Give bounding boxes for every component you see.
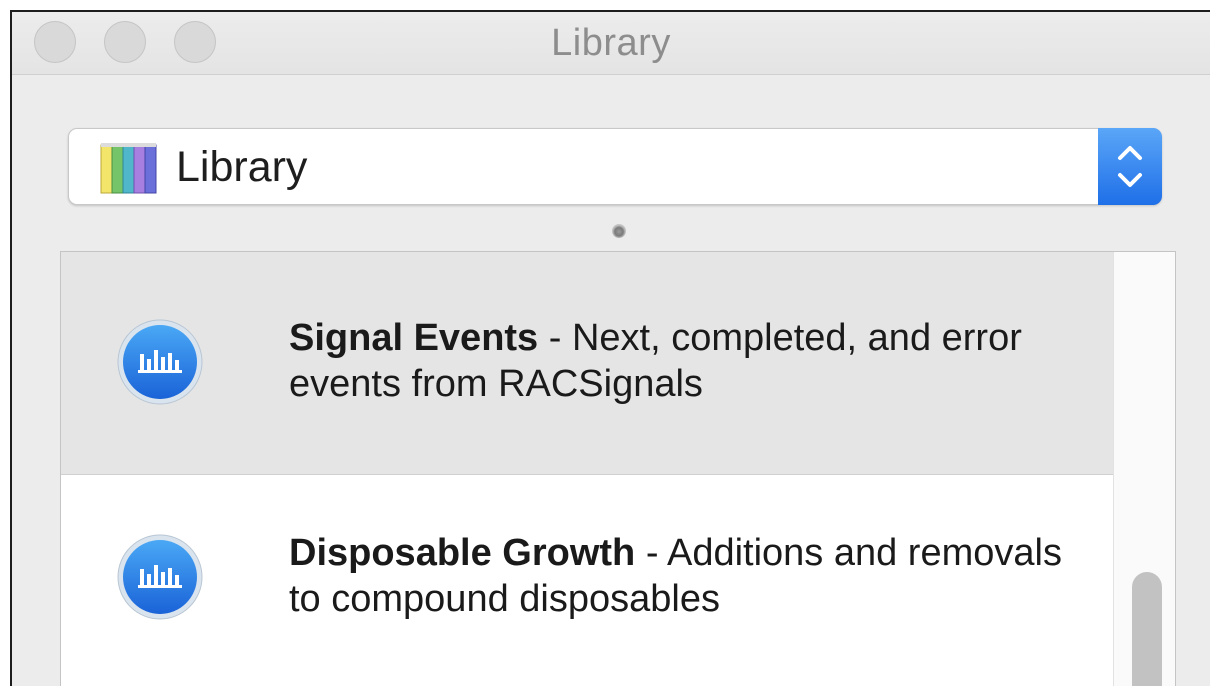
title-bar[interactable]: Library	[12, 12, 1210, 75]
vertical-scrollbar[interactable]	[1113, 252, 1175, 686]
split-view-handle[interactable]	[612, 224, 626, 238]
instrument-bars-icon	[117, 319, 203, 405]
chevron-up-down-icon	[1118, 146, 1142, 187]
list-item-signal-events[interactable]: Signal Events - Next, completed, and err…	[61, 252, 1113, 475]
library-popup-button[interactable]: Library	[68, 128, 1162, 205]
list-item-text: Signal Events - Next, completed, and err…	[289, 315, 1089, 407]
instrument-separator: -	[635, 532, 667, 574]
instrument-separator: -	[538, 317, 572, 359]
instrument-name: Signal Events	[289, 317, 539, 359]
scrollbar-thumb[interactable]	[1132, 572, 1162, 686]
instrument-list: Signal Events - Next, completed, and err…	[60, 251, 1176, 686]
library-books-icon	[100, 143, 157, 194]
list-item-disposable-growth[interactable]: Disposable Growth - Additions and remova…	[61, 475, 1113, 686]
list-item-text: Disposable Growth - Additions and remova…	[289, 530, 1089, 622]
library-popup-label: Library	[176, 143, 308, 191]
library-window: Library Library Signal Events - Next, co…	[10, 10, 1210, 686]
instrument-bars-icon	[117, 534, 203, 620]
instrument-name: Disposable Growth	[289, 532, 636, 574]
window-title: Library	[551, 22, 671, 64]
popup-stepper[interactable]	[1098, 128, 1162, 205]
